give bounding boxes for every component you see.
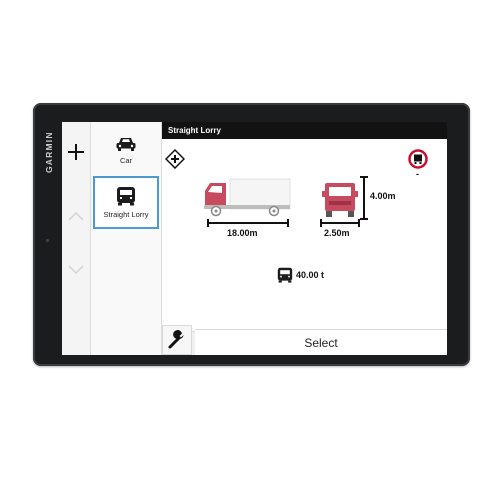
scroll-up-button[interactable] [66,206,86,226]
wrench-icon [168,330,184,349]
hazmat-icon[interactable] [165,149,185,169]
weight-icon [277,267,293,283]
chevron-up-icon [68,211,84,221]
profile-list: Car Straight Lorry [91,122,162,355]
restriction-value: - [416,169,419,179]
profile-item-car[interactable]: Car [93,125,159,175]
lorry-side-view-icon [204,178,291,217]
width-dimension-line [320,219,360,227]
plus-icon [68,144,84,160]
width-value: 2.50m [324,228,350,238]
settings-button[interactable] [162,325,192,355]
length-value: 18.00m [227,228,258,238]
select-button[interactable]: Select [195,329,447,355]
scroll-down-button[interactable] [66,260,86,280]
device-screen: Car Straight Lorry Straight Lorry - 18.0… [62,122,447,355]
height-value: 4.00m [370,191,396,201]
height-dimension-line [360,176,368,220]
vehicle-details-panel: - 18.00m 2.50m 4.00m 40.00 t [162,139,447,331]
profile-label: Straight Lorry [103,210,149,219]
truck-restriction-icon[interactable] [408,149,428,169]
page-title: Straight Lorry [162,122,447,139]
chevron-down-icon [68,265,84,275]
device-sensor [46,239,49,242]
lorry-icon [117,187,135,206]
length-dimension-line [207,219,289,227]
side-controls [62,122,91,355]
brand-logo: GARMIN [44,131,54,173]
car-icon [116,137,136,151]
weight-value: 40.00 t [296,270,325,280]
add-profile-button[interactable] [64,140,88,164]
profile-item-straight-lorry[interactable]: Straight Lorry [93,176,159,229]
profile-label: Car [119,155,133,165]
lorry-front-view-icon [322,183,358,217]
